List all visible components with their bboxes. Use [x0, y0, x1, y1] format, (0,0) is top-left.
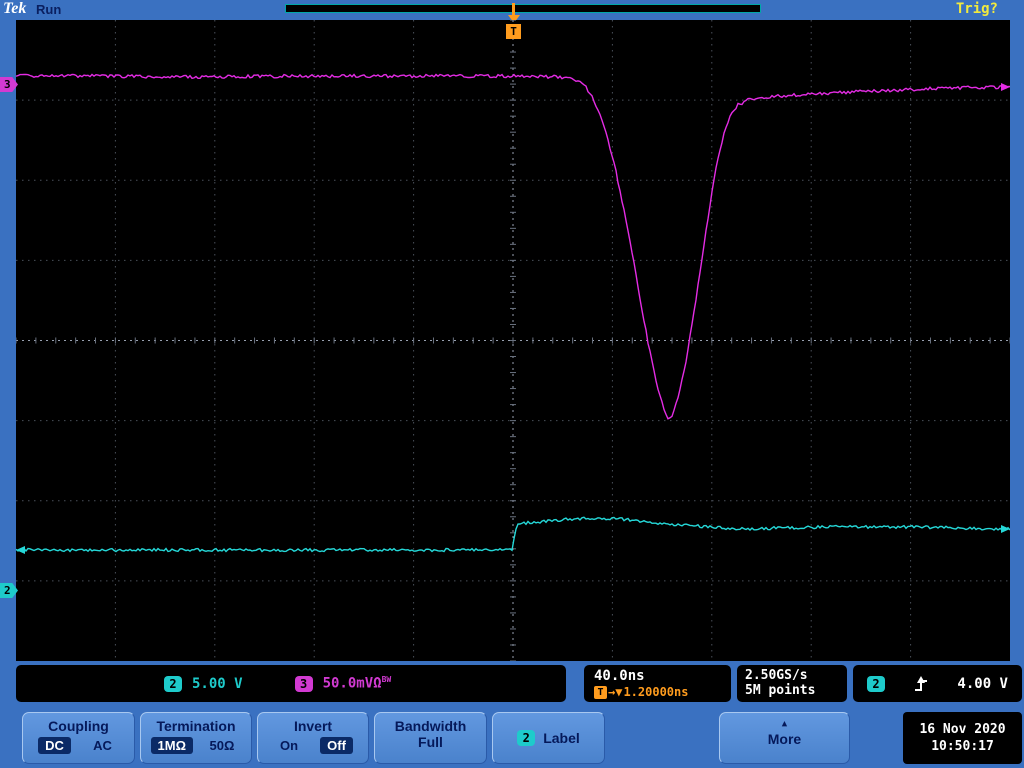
record-length-readout: 5M points — [745, 683, 816, 698]
termination-title: Termination — [156, 718, 236, 734]
timebase-readout-box[interactable]: 40.0ns T →▼ 1.20000ns — [584, 665, 731, 702]
trigger-t-chip: T — [594, 685, 607, 699]
channel-3-bandwidth-limit-indicator: BW — [381, 675, 392, 685]
sample-rate-readout: 2.50GS/s — [745, 668, 808, 683]
graticule-and-waveforms — [16, 20, 1010, 661]
invert-option-on[interactable]: On — [273, 737, 305, 754]
trigger-readout-box[interactable]: 2 4.00 V — [853, 665, 1022, 702]
label-title: Label — [543, 730, 580, 746]
bandwidth-menu-button[interactable]: Bandwidth Full — [374, 712, 487, 764]
termination-option-1mohm[interactable]: 1MΩ — [150, 737, 194, 754]
time-value: 10:50:17 — [931, 739, 994, 754]
trigger-position-arrow-icon — [512, 3, 515, 15]
more-up-arrow-icon: ▲ — [781, 719, 788, 729]
more-title: More — [767, 731, 802, 747]
bandwidth-value: Full — [418, 734, 443, 750]
channel-readout-bar: 2 5.00 V 3 50.0mVΩBW — [16, 665, 566, 702]
rising-edge-slope-icon — [915, 675, 928, 691]
coupling-title: Coupling — [48, 718, 109, 734]
bandwidth-title: Bandwidth — [394, 718, 467, 734]
channel-2-badge[interactable]: 2 — [164, 675, 182, 692]
acquisition-readout-box: 2.50GS/s 5M points — [737, 665, 847, 702]
waveform-display — [16, 20, 1010, 661]
trigger-delay-value: 1.20000ns — [623, 685, 689, 699]
date-value: 16 Nov 2020 — [919, 722, 1006, 737]
invert-title: Invert — [293, 718, 333, 734]
tek-logo: Tek — [3, 0, 27, 17]
termination-option-50ohm[interactable]: 50Ω — [203, 737, 242, 754]
invert-menu-button[interactable]: Invert On Off — [257, 712, 369, 764]
invert-option-off[interactable]: Off — [320, 737, 353, 754]
coupling-option-ac[interactable]: AC — [86, 737, 119, 754]
channel-3-badge[interactable]: 3 — [294, 675, 313, 692]
trigger-delay-readout: T →▼ 1.20000ns — [594, 685, 731, 699]
label-menu-button[interactable]: 2 Label — [492, 712, 605, 764]
termination-menu-button[interactable]: Termination 1MΩ 50Ω — [140, 712, 252, 764]
channel-2-scale-readout[interactable]: 5.00 V — [192, 676, 243, 692]
oscilloscope-screen: Tek Run Trig? T 3 2 2 5.00 V 3 50.0mVΩBW… — [0, 0, 1024, 768]
trigger-delay-arrow-icon: →▼ — [608, 685, 623, 699]
date-time-display: 16 Nov 2020 10:50:17 — [903, 712, 1022, 764]
acquisition-run-status: Run — [36, 2, 62, 17]
channel-3-scale-value: 50.0mVΩ — [322, 675, 382, 692]
trigger-status-indicator: Trig? — [955, 1, 998, 17]
more-menu-button[interactable]: ▲ More — [719, 712, 850, 764]
coupling-option-dc[interactable]: DC — [38, 737, 71, 754]
trigger-level-readout: 4.00 V — [957, 675, 1008, 692]
label-channel-badge: 2 — [517, 730, 536, 746]
acquisition-progress-bar — [285, 4, 761, 13]
timebase-scale-readout: 40.0ns — [594, 668, 645, 684]
channel-3-scale-readout[interactable]: 50.0mVΩBW — [323, 675, 392, 692]
trigger-source-badge: 2 — [867, 675, 885, 692]
coupling-menu-button[interactable]: Coupling DC AC — [22, 712, 135, 764]
trigger-position-marker[interactable]: T — [506, 24, 521, 39]
